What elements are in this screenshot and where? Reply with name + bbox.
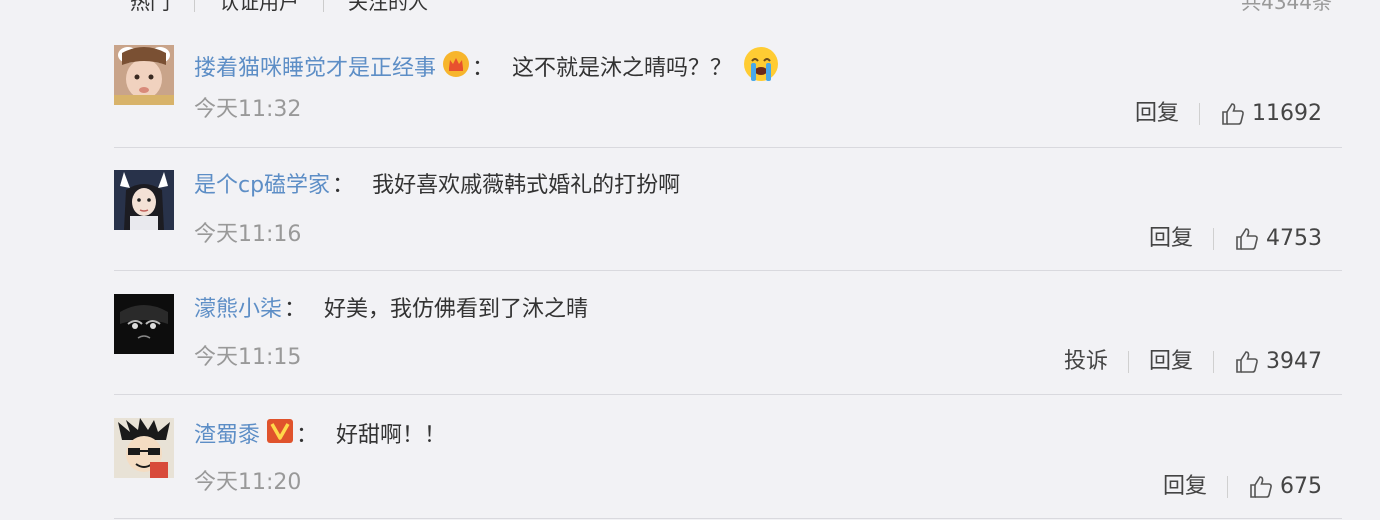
action-divider [1213, 228, 1214, 250]
report-button[interactable]: 投诉 [1064, 347, 1108, 377]
action-divider [1227, 476, 1228, 498]
thumbs-up-icon [1236, 351, 1258, 373]
tab-following[interactable]: 关注的人 [348, 0, 428, 15]
right-edge-panel [1380, 0, 1392, 520]
thumbs-up-icon [1236, 228, 1258, 250]
comment-text: 好美，我仿佛看到了沐之晴 [324, 297, 589, 322]
like-count: 4753 [1266, 226, 1322, 251]
username-link[interactable]: 搂着猫咪睡觉才是正经事 [194, 56, 436, 81]
comment-item: 是个cp磕学家： 我好喜欢戚薇韩式婚礼的打扮啊 今天11:16 回复 4753 [114, 170, 1342, 271]
like-count: 3947 [1266, 349, 1322, 374]
comment-filter-tabs: 热门 认证用户 关注的人 [130, 0, 428, 14]
comment-actions: 回复 4753 [1149, 224, 1322, 254]
tab-divider [194, 0, 195, 12]
action-divider [1127, 351, 1129, 373]
reply-button[interactable]: 回复 [1149, 347, 1193, 377]
like-button[interactable]: 4753 [1234, 224, 1322, 254]
action-divider [1199, 103, 1200, 125]
tab-hot[interactable]: 热门 [130, 0, 170, 15]
comment-text: 好甜啊！！ [336, 423, 447, 448]
comment-line: 搂着猫咪睡觉才是正经事 ： 这不就是沐之晴吗？？ [194, 45, 780, 81]
tab-verified-users[interactable]: 认证用户 [219, 0, 299, 15]
username-link[interactable]: 渣蜀黍 [194, 423, 260, 448]
comment-item: 濛熊小柒： 好美，我仿佛看到了沐之晴 今天11:15 投诉 回复 3947 [114, 294, 1342, 395]
like-button[interactable]: 11692 [1220, 99, 1322, 129]
comment-time: 今天11:16 [194, 222, 302, 247]
username-link[interactable]: 是个cp磕学家 [194, 173, 330, 198]
avatar[interactable] [114, 294, 174, 354]
avatar[interactable] [114, 170, 174, 230]
thumbs-up-icon [1250, 476, 1272, 498]
avatar[interactable] [114, 45, 174, 105]
separator-colon: ： [472, 56, 495, 81]
reply-button[interactable]: 回复 [1163, 472, 1207, 502]
comment-time: 今天11:32 [194, 97, 302, 122]
comment-actions: 投诉 回复 3947 [1064, 347, 1322, 377]
tab-divider [323, 0, 324, 12]
crown-badge-icon[interactable] [442, 50, 470, 88]
separator-colon: ： [332, 173, 355, 198]
comment-actions: 回复 675 [1163, 472, 1322, 502]
crying-face-icon [742, 45, 780, 93]
comment-line: 是个cp磕学家： 我好喜欢戚薇韩式婚礼的打扮啊 [194, 170, 680, 202]
reply-button[interactable]: 回复 [1135, 99, 1179, 129]
separator-colon: ： [296, 423, 319, 448]
v-verified-badge-icon[interactable] [266, 418, 294, 454]
comment-text: 我好喜欢戚薇韩式婚礼的打扮啊 [372, 173, 681, 198]
comment-item: 渣蜀黍 ： 好甜啊！！ 今天11:20 回复 675 [114, 418, 1342, 519]
comment-item: 搂着猫咪睡觉才是正经事 ： 这不就是沐之晴吗？？ 今天11:32 回复 11692 [114, 45, 1342, 148]
comment-line: 濛熊小柒： 好美，我仿佛看到了沐之晴 [194, 294, 588, 326]
action-divider [1213, 351, 1214, 373]
username-link[interactable]: 濛熊小柒 [194, 297, 282, 322]
comment-text: 这不就是沐之晴吗？？ [512, 56, 733, 81]
separator-colon: ： [284, 297, 307, 322]
comment-time: 今天11:20 [194, 470, 302, 495]
comment-time: 今天11:15 [194, 345, 302, 370]
comment-line: 渣蜀黍 ： 好甜啊！！ [194, 418, 446, 450]
comment-actions: 回复 11692 [1135, 99, 1322, 129]
reply-button[interactable]: 回复 [1149, 224, 1193, 254]
thumbs-up-icon [1222, 103, 1244, 125]
comment-count: 共4344条 [1241, 0, 1332, 14]
avatar[interactable] [114, 418, 174, 478]
like-count: 11692 [1252, 101, 1322, 126]
like-button[interactable]: 3947 [1234, 347, 1322, 377]
like-count: 675 [1280, 474, 1322, 499]
like-button[interactable]: 675 [1248, 472, 1322, 502]
